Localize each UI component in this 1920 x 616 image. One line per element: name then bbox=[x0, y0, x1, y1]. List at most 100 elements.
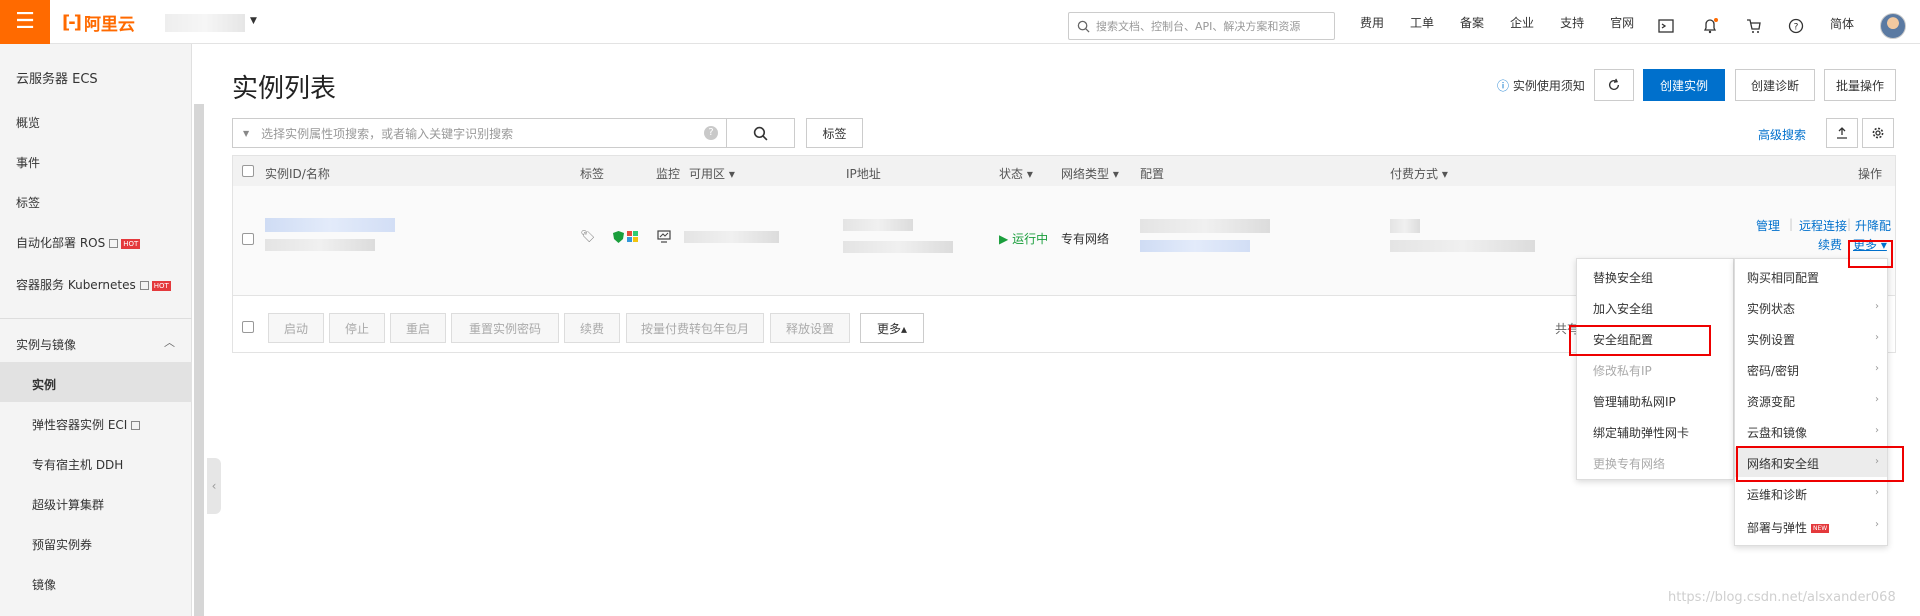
zone-value bbox=[684, 231, 779, 243]
tag-icon[interactable]: 🏷 bbox=[580, 229, 595, 243]
row-checkbox[interactable] bbox=[242, 233, 254, 245]
network-security-submenu: 替换安全组 加入安全组 安全组配置 修改私有IP 管理辅助私网IP 绑定辅助弹性… bbox=[1576, 258, 1734, 480]
cart-icon[interactable] bbox=[1746, 18, 1762, 34]
menu-item-instance-settings[interactable]: 实例设置 bbox=[1747, 331, 1795, 348]
manage-link[interactable]: 管理 bbox=[1756, 217, 1780, 234]
upgrade-link[interactable]: 升降配 bbox=[1855, 217, 1891, 234]
global-search-input[interactable]: 搜索文档、控制台、API、解决方案和资源 bbox=[1068, 12, 1335, 40]
nav-official[interactable]: 官网 bbox=[1610, 14, 1634, 31]
external-link-icon bbox=[139, 281, 149, 290]
menu-item-modify-private-ip: 修改私有IP bbox=[1593, 364, 1652, 378]
nav-fee[interactable]: 费用 bbox=[1360, 14, 1384, 31]
terminal-icon[interactable] bbox=[1658, 18, 1674, 34]
chevron-down-icon[interactable]: ▼ bbox=[250, 16, 257, 26]
config-spec bbox=[1140, 219, 1270, 233]
sidebar-item-tags[interactable]: 标签 bbox=[16, 194, 40, 211]
create-instance-button[interactable]: 创建实例 bbox=[1643, 69, 1725, 101]
reset-password-button[interactable]: 重置实例密码 bbox=[451, 313, 559, 343]
menu-item-instance-status[interactable]: 实例状态 bbox=[1747, 300, 1795, 317]
export-button[interactable] bbox=[1826, 118, 1858, 148]
sidebar-item-ros[interactable]: 自动化部署 ROS HOT bbox=[16, 234, 141, 251]
sidebar-item-scc[interactable]: 超级计算集群 bbox=[32, 496, 104, 513]
more-actions-menu: 购买相同配置 实例状态 › 实例设置 › 密码/密钥 › 资源变配 › 云盘和镜像 › 网… bbox=[1734, 258, 1888, 546]
tag-filter-button[interactable]: 标签 bbox=[806, 118, 863, 148]
remote-connect-link[interactable]: 远程连接 bbox=[1799, 217, 1847, 234]
search-button[interactable] bbox=[726, 118, 795, 148]
footer-checkbox[interactable] bbox=[242, 321, 254, 333]
sidebar-item-eci[interactable]: 弹性容器实例 ECI bbox=[32, 416, 141, 433]
renew-button[interactable]: 续费 bbox=[564, 313, 620, 343]
nav-support[interactable]: 支持 bbox=[1560, 14, 1584, 31]
renew-link[interactable]: 续费 bbox=[1818, 236, 1842, 253]
sidebar-item-reserved[interactable]: 预留实例券 bbox=[32, 536, 92, 553]
menu-item-join-sg[interactable]: 加入安全组 bbox=[1593, 300, 1653, 317]
sidebar-item-instances[interactable]: 实例 bbox=[32, 376, 56, 393]
chevron-right-icon: › bbox=[1875, 519, 1879, 530]
sidebar-scrollbar[interactable] bbox=[194, 104, 204, 616]
monitor-icon[interactable] bbox=[657, 230, 671, 243]
select-all-checkbox[interactable] bbox=[242, 165, 254, 177]
col-instance-id: 实例ID/名称 bbox=[265, 167, 330, 181]
sidebar-item-kubernetes[interactable]: 容器服务 Kubernetes HOT bbox=[16, 276, 171, 293]
annotation-box-sg-config bbox=[1569, 325, 1711, 356]
nav-ticket[interactable]: 工单 bbox=[1410, 14, 1434, 31]
language-switch[interactable]: 简体 bbox=[1830, 15, 1854, 32]
sidebar-section-instances-images[interactable]: 实例与镜像 bbox=[16, 336, 76, 353]
table-header: 实例ID/名称 标签 监控 可用区 ▾ IP地址 状态 ▾ 网络类型 ▾ 配置 … bbox=[233, 156, 1895, 186]
chevron-up-icon[interactable]: ︿ bbox=[164, 334, 175, 350]
bell-icon[interactable] bbox=[1702, 18, 1718, 34]
start-button[interactable]: 启动 bbox=[268, 313, 324, 343]
stop-button[interactable]: 停止 bbox=[329, 313, 385, 343]
menu-item-replace-sg[interactable]: 替换安全组 bbox=[1593, 269, 1653, 286]
col-zone[interactable]: 可用区 ▾ bbox=[689, 165, 735, 182]
help-icon[interactable]: ? bbox=[704, 126, 718, 140]
aliyun-logo[interactable]: [-] 阿里云 bbox=[62, 11, 135, 35]
nav-enterprise[interactable]: 企业 bbox=[1510, 14, 1534, 31]
menu-item-resource-change[interactable]: 资源变配 bbox=[1747, 393, 1795, 410]
sidebar-title: 云服务器 ECS bbox=[16, 72, 98, 87]
menu-item-manage-secondary-ip[interactable]: 管理辅助私网IP bbox=[1593, 393, 1676, 410]
menu-item-ops-diagnosis[interactable]: 运维和诊断 bbox=[1747, 486, 1807, 503]
chevron-right-icon: › bbox=[1875, 301, 1879, 312]
col-network[interactable]: 网络类型 ▾ bbox=[1061, 165, 1119, 182]
col-billing[interactable]: 付费方式 ▾ bbox=[1390, 165, 1448, 182]
refresh-button[interactable] bbox=[1594, 69, 1634, 101]
sidebar-item-images[interactable]: 镜像 bbox=[32, 576, 56, 593]
restart-button[interactable]: 重启 bbox=[390, 313, 446, 343]
sidebar-item-ddh[interactable]: 专有宿主机 DDH bbox=[32, 456, 123, 473]
account-switcher[interactable] bbox=[165, 14, 245, 32]
menu-item-password-key[interactable]: 密码/密钥 bbox=[1747, 362, 1799, 379]
create-diagnosis-button[interactable]: 创建诊断 bbox=[1735, 69, 1815, 101]
batch-operation-button[interactable]: 批量操作 bbox=[1824, 69, 1896, 101]
hot-badge: HOT bbox=[121, 238, 141, 249]
play-circle-icon: ▶ bbox=[999, 232, 1009, 246]
usage-notice-link[interactable]: ⓘ 实例使用须知 bbox=[1497, 77, 1585, 94]
convert-billing-button[interactable]: 按量付费转包年包月 bbox=[626, 313, 764, 343]
advanced-search-link[interactable]: 高级搜索 bbox=[1758, 126, 1806, 143]
sidebar-item-events[interactable]: 事件 bbox=[16, 154, 40, 171]
instance-filter-input[interactable]: ▼ 选择实例属性项搜索，或者输入关键字识别搜索 ? bbox=[232, 118, 727, 148]
more-batch-button[interactable]: 更多▴ bbox=[860, 313, 924, 343]
external-link-icon bbox=[131, 421, 141, 430]
instance-name bbox=[265, 239, 375, 251]
sidebar-item-overview[interactable]: 概览 bbox=[16, 114, 40, 131]
avatar[interactable] bbox=[1880, 13, 1906, 39]
instance-id-link[interactable] bbox=[265, 218, 395, 232]
menu-item-bind-eni[interactable]: 绑定辅助弹性网卡 bbox=[1593, 424, 1689, 441]
private-ip bbox=[843, 241, 953, 253]
menu-item-deploy-elastic[interactable]: 部署与弹性 NEW bbox=[1747, 519, 1830, 536]
menu-item-buy-same[interactable]: 购买相同配置 bbox=[1747, 269, 1819, 286]
release-settings-button[interactable]: 释放设置 bbox=[770, 313, 850, 343]
help-icon[interactable]: ? bbox=[1788, 18, 1804, 34]
menu-item-disk-image[interactable]: 云盘和镜像 bbox=[1747, 424, 1807, 441]
settings-button[interactable] bbox=[1862, 118, 1894, 148]
question-circle-icon: ⓘ bbox=[1497, 79, 1510, 93]
collapse-sidebar-icon[interactable]: ‹ bbox=[207, 458, 221, 514]
divider: | bbox=[1789, 217, 1794, 231]
hamburger-icon[interactable]: ☰ bbox=[0, 0, 50, 44]
nav-icp[interactable]: 备案 bbox=[1460, 14, 1484, 31]
gear-icon bbox=[1872, 127, 1884, 139]
public-ip bbox=[843, 219, 913, 231]
col-status[interactable]: 状态 ▾ bbox=[999, 165, 1033, 182]
chevron-down-icon[interactable]: ▼ bbox=[243, 129, 249, 138]
